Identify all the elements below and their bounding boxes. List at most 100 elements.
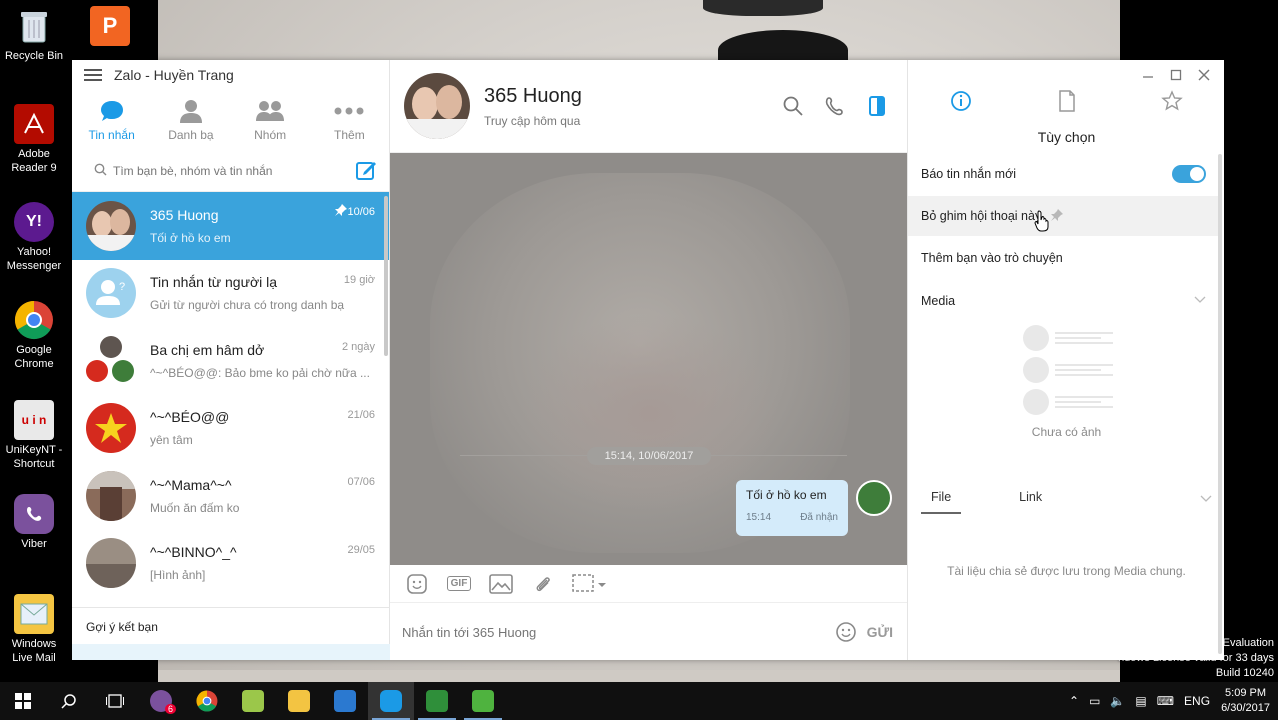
conversation-preview: ^~^BÉO@@: Bảo bme ko pải chờ nữa ... <box>150 365 370 380</box>
desktop-icon-viber[interactable]: Viber <box>2 494 66 551</box>
avatar <box>86 538 136 589</box>
option-label: Bỏ ghim hội thoại này <box>921 209 1042 223</box>
search-icon[interactable] <box>46 682 92 720</box>
message-input[interactable] <box>402 624 835 640</box>
conversation-item[interactable]: 365 Huong Tối ở hồ ko em 10/06 <box>72 192 389 260</box>
desktop-icon-label: Google Chrome <box>14 344 54 370</box>
sticker-icon[interactable] <box>402 572 432 596</box>
desktop-icon-unikey[interactable]: u i n UniKeyNT - Shortcut <box>2 400 66 471</box>
media-placeholder <box>1023 322 1113 418</box>
tab-groups[interactable]: Nhóm <box>231 90 310 150</box>
keyboard-icon[interactable]: ⌨ <box>1152 694 1179 708</box>
system-tray: ⌃ ▭ 🔈 ▤ ⌨ ENG 5:09 PM 6/30/2017 <box>1064 682 1278 720</box>
desktop-icon-adobe-reader[interactable]: Adobe Reader 9 <box>2 104 66 175</box>
option-unpin[interactable]: Bỏ ghim hội thoại này <box>908 196 1218 236</box>
send-button[interactable]: GỬI <box>867 624 893 640</box>
conversation-item[interactable]: ^~^BINNO^_^ [Hình ảnh] 29/05 <box>72 530 389 597</box>
chat-contact-status: Truy cập hôm qua <box>484 113 581 128</box>
language-indicator[interactable]: ENG <box>1179 694 1215 708</box>
battery-icon[interactable]: ▭ <box>1084 694 1105 708</box>
star-icon[interactable] <box>1119 90 1225 112</box>
desktop-icon-label: Yahoo! Messenger <box>6 246 62 272</box>
pin-icon <box>335 204 347 219</box>
tab-contacts[interactable]: Danh bạ <box>151 90 230 150</box>
desktop-icon-label: Adobe Reader 9 <box>11 148 57 174</box>
desktop-icon-windows-live-mail[interactable]: Windows Live Mail <box>2 594 66 665</box>
option-add-friend[interactable]: Thêm bạn vào trò chuyện <box>908 238 1218 278</box>
notify-toggle[interactable] <box>1172 165 1206 183</box>
option-notify[interactable]: Báo tin nhắn mới <box>908 154 1218 194</box>
taskbar-camtasia[interactable] <box>414 682 460 720</box>
search-icon[interactable] <box>779 92 807 120</box>
tab-link[interactable]: Link <box>1009 490 1052 514</box>
tab-messages[interactable]: Tin nhắn <box>72 90 151 150</box>
chevron-down-icon <box>1194 295 1206 307</box>
tab-label: Danh bạ <box>168 128 214 142</box>
message-bubble[interactable]: Tối ở hồ ko em 15:14 Đã nhận <box>736 480 848 536</box>
friend-suggestion[interactable]: Gợi ý kết bạn <box>72 607 390 660</box>
file-icon[interactable] <box>1014 90 1120 112</box>
taskbar-camtasia-recorder[interactable] <box>460 682 506 720</box>
taskbar-word[interactable] <box>322 682 368 720</box>
emoji-icon[interactable] <box>835 621 857 643</box>
conversation-preview: Tối ở hồ ko em <box>150 230 231 245</box>
conversation-name: ^~^BÉO@@ <box>150 409 230 426</box>
windows-start-icon[interactable] <box>0 682 46 720</box>
conversation-item[interactable]: Ba chị em hâm dở ^~^BÉO@@: Bảo bme ko pả… <box>72 327 389 395</box>
desktop-icon-google-chrome[interactable]: Google Chrome <box>2 300 66 371</box>
chat-avatar[interactable] <box>404 73 470 139</box>
task-view-icon[interactable] <box>92 682 138 720</box>
tab-more[interactable]: Thêm <box>310 90 389 150</box>
attachment-icon[interactable] <box>528 572 558 596</box>
taskbar-viber[interactable]: 6 <box>138 682 184 720</box>
phone-icon[interactable] <box>821 92 849 120</box>
tab-label: Nhóm <box>254 128 287 142</box>
conversation-item[interactable]: ^~^BÉO@@ yên tâm 21/06 <box>72 395 389 463</box>
media-section-header[interactable]: Media <box>908 281 1218 321</box>
gif-button[interactable]: GIF <box>444 572 474 596</box>
options-scrollbar[interactable] <box>1218 154 1222 654</box>
conversation-item[interactable]: ^~^Mama^~^ Muốn ăn đấm ko 07/06 <box>72 462 389 530</box>
taskbar-chrome[interactable] <box>184 682 230 720</box>
minimize-icon[interactable] <box>1134 64 1162 86</box>
desktop-icon-recycle-bin[interactable]: Recycle Bin <box>2 6 66 63</box>
tab-file[interactable]: File <box>921 490 962 514</box>
message-status: Đã nhận <box>800 512 838 523</box>
info-icon[interactable] <box>908 90 1014 112</box>
chat-pane: 365 Huong Truy cập hôm qua 15:14, 10/06/… <box>390 60 907 660</box>
no-media-text: Chưa có ảnh <box>1031 425 1102 439</box>
message-text: Tối ở hồ ko em <box>746 488 827 502</box>
hamburger-menu-icon[interactable] <box>84 69 102 81</box>
conversation-time: 2 ngày <box>341 341 375 353</box>
desktop-icon-yahoo-messenger[interactable]: Y! Yahoo! Messenger <box>2 202 66 273</box>
search-input[interactable] <box>113 163 333 178</box>
compose-icon[interactable] <box>355 159 379 183</box>
chat-contact-name: 365 Huong <box>484 84 582 107</box>
taskbar-file-explorer[interactable] <box>276 682 322 720</box>
avatar <box>86 200 136 251</box>
taskbar-zalo[interactable] <box>368 682 414 720</box>
chevron-up-icon[interactable]: ⌃ <box>1064 694 1084 708</box>
file-note: Tài liệu chia sẻ được lưu trong Media ch… <box>947 564 1186 578</box>
chat-bubble-icon <box>99 98 125 124</box>
conversation-list: 365 Huong Tối ở hồ ko em 10/06 ? Tin nhắ… <box>72 192 389 596</box>
clock-date: 6/30/2017 <box>1221 702 1270 714</box>
network-icon[interactable]: ▤ <box>1130 694 1151 708</box>
conversation-item[interactable]: ? Tin nhắn từ người lạ Gửi từ người chưa… <box>72 260 389 328</box>
toggle-panel-icon[interactable] <box>863 92 891 120</box>
desktop-icon-app[interactable]: P <box>78 6 142 49</box>
pin-icon <box>1051 208 1064 224</box>
screenshot-icon[interactable] <box>570 572 610 596</box>
avatar <box>86 403 136 454</box>
taskbar-app[interactable] <box>230 682 276 720</box>
conversation-scrollbar[interactable] <box>384 196 388 356</box>
maximize-icon[interactable] <box>1162 64 1190 86</box>
viber-badge: 6 <box>164 704 176 714</box>
chat-header: 365 Huong Truy cập hôm qua <box>390 60 907 153</box>
image-icon[interactable] <box>486 572 516 596</box>
volume-icon[interactable]: 🔈 <box>1105 694 1130 708</box>
mail-icon <box>14 594 54 634</box>
close-icon[interactable] <box>1190 64 1218 86</box>
clock[interactable]: 5:09 PM 6/30/2017 <box>1215 686 1278 716</box>
svg-text:?: ? <box>119 281 125 293</box>
